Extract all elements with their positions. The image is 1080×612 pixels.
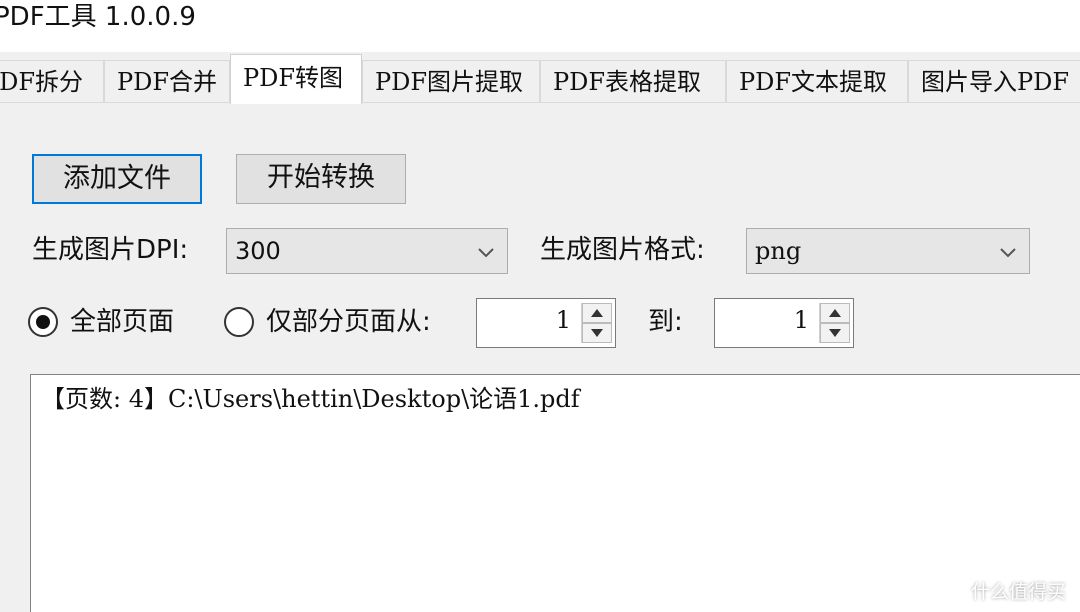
partial-pages-radio[interactable] [224, 307, 254, 337]
caret-up-icon [591, 309, 603, 317]
tab-label: PDF拆分 [0, 68, 84, 96]
spin-down-button[interactable] [820, 323, 850, 343]
to-page-value: 1 [793, 306, 809, 334]
file-list[interactable]: 【页数: 4】C:\Users\hettin\Desktop\论语1.pdf [30, 374, 1080, 612]
to-page-spinner[interactable]: 1 [714, 298, 854, 348]
spinner-arrows [581, 303, 612, 343]
dpi-value: 300 [235, 237, 281, 265]
watermark-logo-icon: 值 [938, 577, 965, 604]
window-title: PDF工具 1.0.0.9 [0, 2, 196, 32]
caret-down-icon [829, 329, 841, 337]
tab-pdf-image-extract[interactable]: PDF图片提取 [362, 60, 540, 102]
spin-down-button[interactable] [582, 323, 612, 343]
chevron-down-icon [1000, 248, 1016, 258]
list-item[interactable]: 【页数: 4】C:\Users\hettin\Desktop\论语1.pdf [41, 383, 580, 415]
all-pages-radio[interactable] [28, 307, 58, 337]
tab-image-import-pdf[interactable]: 图片导入PDF [908, 60, 1080, 102]
watermark-text: 什么值得买 [970, 581, 1066, 603]
watermark: 值 什么值得买 [938, 577, 1066, 604]
tab-label: PDF转图 [243, 64, 344, 92]
format-select[interactable]: png [746, 228, 1030, 274]
tab-pdf-to-image[interactable]: PDF转图 [230, 54, 362, 104]
tab-pdf-table-extract[interactable]: PDF表格提取 [540, 60, 726, 102]
dpi-label: 生成图片DPI: [32, 235, 189, 265]
tab-pdf-merge[interactable]: PDF合并 [104, 60, 230, 102]
format-value: png [755, 237, 802, 265]
caret-down-icon [591, 329, 603, 337]
start-convert-button[interactable]: 开始转换 [236, 154, 406, 204]
spin-up-button[interactable] [820, 303, 850, 323]
spinner-arrows [819, 303, 850, 343]
dpi-select[interactable]: 300 [226, 228, 508, 274]
partial-pages-label: 仅部分页面从: [266, 307, 431, 337]
tab-label: PDF文本提取 [739, 68, 888, 96]
tab-pdf-text-extract[interactable]: PDF文本提取 [726, 60, 908, 102]
format-label: 生成图片格式: [540, 235, 705, 265]
tab-label: PDF表格提取 [553, 68, 702, 96]
tab-label: PDF图片提取 [375, 68, 524, 96]
tab-label: 图片导入PDF [921, 68, 1070, 96]
caret-up-icon [829, 309, 841, 317]
to-label: 到: [648, 307, 683, 337]
tab-label: PDF合并 [117, 68, 218, 96]
add-file-button[interactable]: 添加文件 [32, 154, 202, 204]
spin-up-button[interactable] [582, 303, 612, 323]
from-page-spinner[interactable]: 1 [476, 298, 616, 348]
from-page-value: 1 [555, 306, 571, 334]
radio-selected-dot [36, 315, 50, 329]
title-bar: PDF工具 1.0.0.9 [0, 0, 1080, 52]
tab-pdf-split[interactable]: PDF拆分 [0, 60, 104, 102]
chevron-down-icon [478, 248, 494, 258]
all-pages-label: 全部页面 [70, 307, 175, 337]
